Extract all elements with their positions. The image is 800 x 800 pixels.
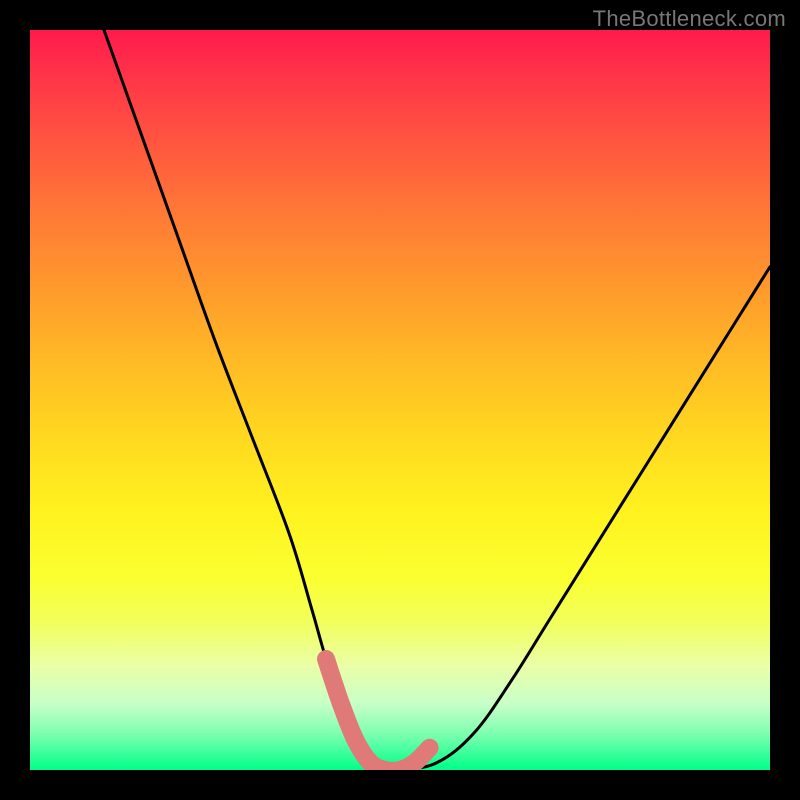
curve-svg <box>30 30 770 770</box>
chart-frame: TheBottleneck.com <box>0 0 800 800</box>
plot-area <box>30 30 770 770</box>
bottleneck-curve-path <box>104 30 770 770</box>
watermark-text: TheBottleneck.com <box>593 6 786 32</box>
min-highlight-path <box>326 659 430 770</box>
